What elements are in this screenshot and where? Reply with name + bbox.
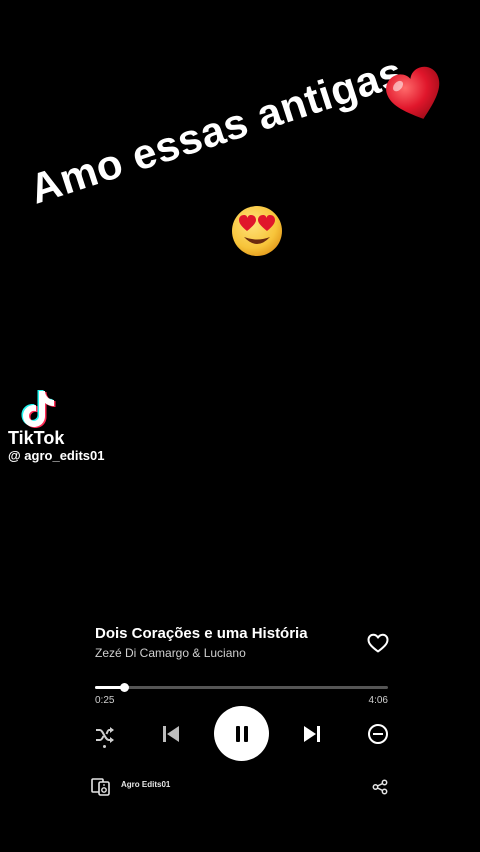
elapsed-time: 0:25	[95, 695, 115, 706]
share-icon[interactable]	[372, 779, 388, 795]
progress-bar[interactable]	[95, 683, 388, 692]
pause-icon	[235, 725, 248, 742]
song-artist[interactable]: Zezé Di Camargo & Luciano	[95, 646, 246, 660]
heart-eyes-emoji-icon	[232, 206, 282, 256]
shuffle-icon[interactable]	[93, 723, 117, 747]
pause-button[interactable]	[214, 706, 269, 761]
tiktok-logo-icon	[21, 390, 56, 428]
song-title: Dois Corações e uma História	[95, 625, 308, 642]
shuffle-active-dot	[103, 745, 106, 748]
total-duration: 4:06	[368, 695, 388, 706]
previous-icon[interactable]	[159, 722, 183, 746]
device-label[interactable]: Agro Edits01	[121, 780, 170, 789]
progress-knob[interactable]	[120, 683, 130, 692]
tiktok-username: @ agro_edits01	[8, 448, 105, 463]
caption-text: Amo essas antigas	[24, 47, 409, 213]
heart-outline-icon[interactable]	[366, 631, 390, 655]
next-icon[interactable]	[300, 722, 324, 746]
connect-device-icon[interactable]	[91, 776, 111, 796]
tiktok-app-name: TikTok	[8, 428, 65, 448]
remove-icon[interactable]	[366, 722, 390, 746]
